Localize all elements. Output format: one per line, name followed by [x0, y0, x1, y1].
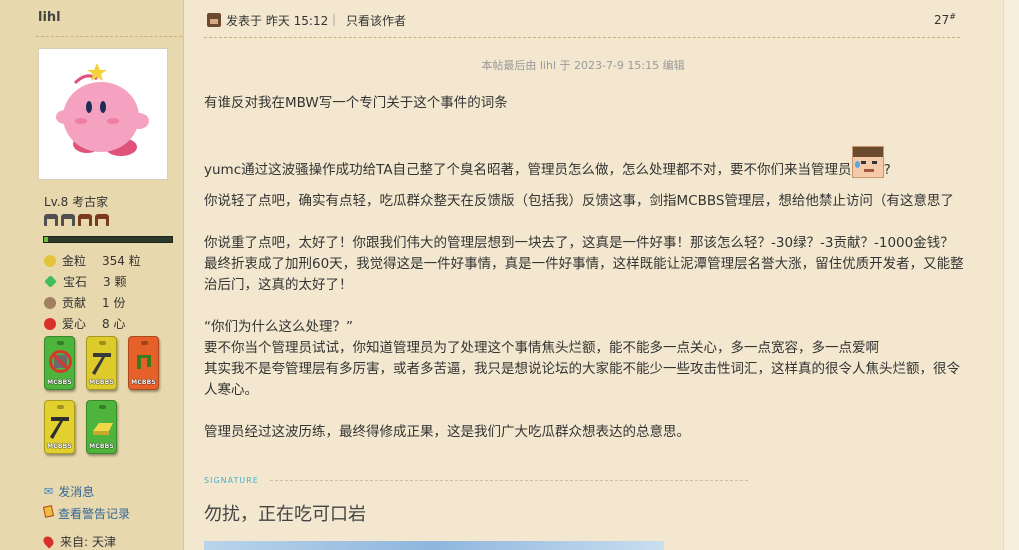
paragraph-text: yumc通过这波骚操作成功给TA自己整了个臭名昭著，管理员怎么做，怎么处理都不对…	[204, 162, 852, 178]
badge-label: MCBBS	[47, 443, 72, 450]
badge-pickaxe-dark[interactable]: MCBBS	[44, 400, 75, 454]
stat-label: 金粒	[62, 254, 87, 268]
stat-label: 宝石	[63, 275, 88, 289]
edit-note: 本帖最后由 lihl 于 2023-7-9 15:15 编辑	[481, 59, 685, 72]
quote-line: “你们为什么这么处理？”	[204, 319, 353, 335]
leather-helmet-icon	[95, 214, 109, 226]
stat-value: 1 份	[102, 296, 126, 310]
badge-label: MCBBS	[89, 443, 114, 450]
leather-helmet-icon	[78, 214, 92, 226]
floor-mark: #	[949, 12, 956, 21]
floor-number: 27	[934, 13, 950, 27]
badge-music[interactable]: MCBBS	[128, 336, 159, 390]
quote-line: 其实我不是夸管理层有多厉害，或者多苦逼，我只是想说论坛的大家能不能少一些攻击性词…	[204, 361, 960, 398]
user-stats: 金粒 354 粒 宝石 3 颗 贡献 1 份 爱心 8 心	[44, 250, 141, 334]
post-paragraph: 有谁反对我在MBW写一个专门关于这个事件的词条	[204, 95, 508, 111]
signature-divider	[270, 480, 748, 481]
user-actions: ✉ 发消息 查看警告记录	[42, 480, 131, 524]
iron-helmet-icon	[61, 214, 75, 226]
divider	[36, 36, 182, 37]
origin-label: 来自:	[60, 535, 89, 549]
author-username[interactable]: lihl	[38, 10, 61, 25]
warning-card-icon	[42, 505, 55, 520]
badge-pickaxe-gold[interactable]: MCBBS	[86, 336, 117, 390]
heart-apple-icon	[44, 317, 56, 330]
send-message-label: 发消息	[58, 484, 95, 499]
post-paragraph: 管理员经过这波历练，最终得修成正果，这是我们广大吃瓜群众想表达的总意思。	[204, 424, 690, 440]
emerald-icon	[44, 275, 57, 288]
stat-contribution: 贡献 1 份	[44, 292, 141, 313]
badge-label: MCBBS	[131, 379, 156, 386]
user-origin: 来自: 天津	[41, 533, 117, 550]
sweat-emoticon-icon	[851, 146, 884, 178]
stat-label: 爱心	[62, 317, 87, 331]
view-warnings-label: 查看警告记录	[58, 506, 131, 521]
contribution-icon	[44, 296, 56, 309]
signature-image	[204, 541, 664, 550]
post-quote-block: “你们为什么这么处理？” 要不你当个管理员试试，你知道管理员为了处理这个事情焦头…	[204, 317, 964, 401]
location-pin-icon	[41, 534, 56, 549]
send-message-link[interactable]: ✉ 发消息	[44, 480, 130, 502]
paragraph-suffix: ?	[883, 162, 891, 178]
floor-number-link[interactable]: 27#	[934, 12, 956, 27]
post-paragraph: yumc通过这波骚操作成功给TA自己整了个臭名昭著，管理员怎么做，怎么处理都不对…	[204, 146, 964, 181]
badge-label: MCBBS	[47, 379, 72, 386]
author-sidebar: lihl Lv.8 考古家 金粒 354 粒 宝石 3 颗 贡献 1 份 爱心 …	[0, 0, 184, 550]
user-level: Lv.8 考古家	[44, 195, 109, 209]
view-warnings-link[interactable]: 查看警告记录	[42, 502, 131, 524]
stat-love: 爱心 8 心	[44, 313, 141, 334]
origin-value: 天津	[92, 535, 117, 549]
only-author-link[interactable]: 只看该作者	[346, 12, 406, 29]
post-body: 有谁反对我在MBW写一个专门关于这个事件的词条 yumc通过这波骚操作成功给TA…	[204, 93, 964, 464]
gold-nugget-icon	[44, 254, 56, 267]
signature-label: SIGNATURE	[204, 476, 259, 485]
experience-bar-fill	[44, 237, 48, 242]
mail-icon: ✉	[44, 484, 54, 498]
experience-bar	[43, 236, 173, 243]
post-header-divider	[204, 37, 960, 38]
stat-label: 贡献	[62, 296, 87, 310]
badge-no-creeper[interactable]: MCBBS	[44, 336, 75, 390]
stat-value: 8 心	[102, 317, 126, 331]
post-paragraph: 你说重了点吧，太好了！你跟我们伟大的管理层想到一块去了，这真是一件好事！那该怎么…	[204, 235, 964, 293]
post-time: 发表于 昨天 15:12	[226, 14, 329, 28]
stat-gem: 宝石 3 颗	[44, 271, 141, 292]
post-paragraph: 你说轻了点吧，确实有点轻，吃瓜群众整天在反馈版（包括我）反馈这事，剑指MCBBS…	[204, 193, 954, 209]
rank-helmets	[44, 214, 109, 226]
signature-text: 勿扰，正在吃可口岩	[204, 504, 366, 525]
right-page-edge	[1003, 0, 1019, 550]
header-separator: |	[332, 12, 337, 26]
quote-line: 要不你当个管理员试试，你知道管理员为了处理这个事情焦头烂额，能不能多一点关心，多…	[204, 340, 879, 356]
author-head-icon	[207, 13, 221, 27]
badge-gold-ingot[interactable]: MCBBS	[86, 400, 117, 454]
iron-helmet-icon	[44, 214, 58, 226]
badge-label: MCBBS	[89, 379, 114, 386]
stat-value: 3 颗	[103, 275, 127, 289]
stat-gold: 金粒 354 粒	[44, 250, 141, 271]
stat-value: 354 粒	[102, 254, 141, 268]
